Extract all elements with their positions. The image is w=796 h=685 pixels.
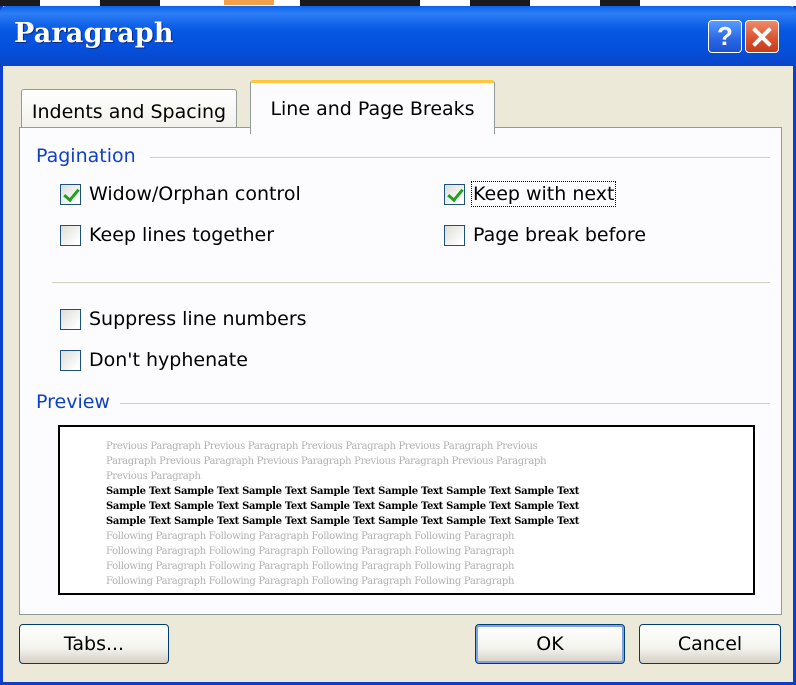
- checkbox-box[interactable]: [444, 224, 465, 246]
- preview-following-line: Following Paragraph Following Paragraph …: [106, 531, 515, 542]
- title-bar[interactable]: Paragraph ?: [0, 6, 796, 66]
- section-divider: [52, 282, 770, 283]
- button-label: Tabs...: [63, 633, 125, 655]
- preview-following-line: Following Paragraph Following Paragraph …: [106, 561, 515, 572]
- preview-following-line: Following Paragraph Following Paragraph …: [106, 546, 515, 557]
- pagination-divider: [150, 157, 770, 158]
- checkbox-box[interactable]: [444, 183, 465, 205]
- pagination-heading: Pagination: [36, 145, 144, 167]
- help-button[interactable]: ?: [708, 20, 742, 53]
- checkbox-label: Page break before: [473, 224, 647, 246]
- preview-box: Previous Paragraph Previous Paragraph Pr…: [58, 425, 755, 595]
- preview-sample-line: Sample Text Sample Text Sample Text Samp…: [106, 486, 580, 497]
- close-icon: [752, 27, 772, 47]
- help-icon: ?: [717, 21, 733, 51]
- widow-orphan-checkbox[interactable]: Widow/Orphan control: [60, 183, 301, 205]
- preview-divider: [120, 403, 770, 404]
- tabs-button[interactable]: Tabs...: [19, 624, 169, 664]
- preview-heading: Preview: [36, 391, 118, 413]
- checkbox-box[interactable]: [60, 224, 81, 246]
- suppress-line-numbers-checkbox[interactable]: Suppress line numbers: [60, 308, 307, 330]
- checkbox-label: Don't hyphenate: [89, 349, 248, 371]
- preview-following-line: Following Paragraph Following Paragraph …: [106, 576, 515, 587]
- button-label: OK: [536, 633, 564, 655]
- cancel-button[interactable]: Cancel: [639, 624, 781, 664]
- preview-previous-line: Previous Paragraph: [106, 471, 201, 482]
- background-highlight: [224, 0, 274, 5]
- tab-label: Line and Page Breaks: [270, 97, 475, 120]
- checkbox-label: Keep with next: [470, 181, 617, 207]
- button-label: Cancel: [677, 633, 743, 655]
- keep-lines-together-checkbox[interactable]: Keep lines together: [60, 224, 274, 246]
- paragraph-dialog: Paragraph ? Indents and Spacing Line and…: [0, 6, 796, 685]
- preview-sample-line: Sample Text Sample Text Sample Text Samp…: [106, 516, 580, 527]
- checkbox-box[interactable]: [60, 308, 81, 330]
- checkbox-label: Suppress line numbers: [89, 308, 307, 330]
- preview-previous-line: Paragraph Previous Paragraph Previous Pa…: [106, 456, 547, 467]
- checkbox-label: Widow/Orphan control: [89, 183, 301, 205]
- tab-line-and-page-breaks[interactable]: Line and Page Breaks: [250, 80, 495, 134]
- keep-with-next-checkbox[interactable]: Keep with next: [444, 181, 617, 207]
- preview-previous-line: Previous Paragraph Previous Paragraph Pr…: [106, 441, 538, 452]
- checkbox-box[interactable]: [60, 349, 81, 371]
- ok-button[interactable]: OK: [475, 624, 625, 664]
- preview-sample-line: Sample Text Sample Text Sample Text Samp…: [106, 501, 580, 512]
- close-button[interactable]: [745, 20, 779, 53]
- dont-hyphenate-checkbox[interactable]: Don't hyphenate: [60, 349, 248, 371]
- checkbox-box[interactable]: [60, 183, 81, 205]
- page-break-before-checkbox[interactable]: Page break before: [444, 224, 646, 246]
- tab-label: Indents and Spacing: [31, 100, 227, 123]
- dialog-title: Paragraph: [14, 18, 174, 49]
- tab-panel: Pagination Widow/Orphan control Keep wit…: [19, 127, 782, 615]
- checkbox-label: Keep lines together: [89, 224, 275, 246]
